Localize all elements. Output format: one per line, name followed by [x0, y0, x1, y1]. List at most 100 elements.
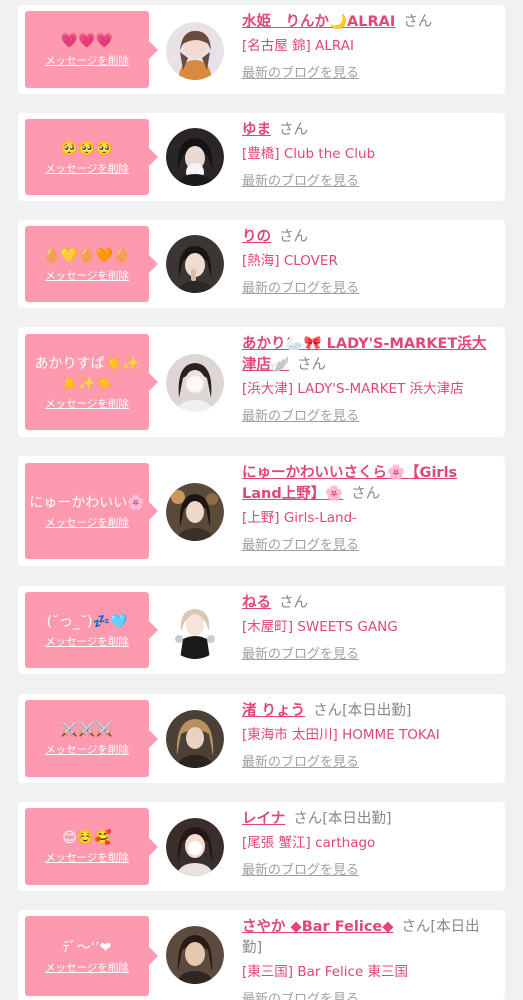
- delete-message-link[interactable]: メッセージを削除: [45, 54, 129, 68]
- bubble-message-text: にゅーかわいい🌸: [29, 494, 145, 511]
- shop-label: [東三国] Bar Felice 東三国: [242, 964, 409, 980]
- avatar[interactable]: [166, 818, 224, 876]
- name-line: 水姫 りんか🌙ALRAI さん: [242, 12, 498, 33]
- avatar[interactable]: [166, 22, 224, 80]
- message-card: 💗💗💗 メッセージを削除 水姫 りんか🌙ALRAI さん [名古屋 錦] ALRA…: [18, 5, 505, 94]
- avatar[interactable]: [166, 710, 224, 768]
- avatar[interactable]: [166, 354, 224, 412]
- shop-label: [上野] Girls-Land-: [242, 510, 358, 526]
- message-bubble: ⚔️⚔️⚔️ メッセージを削除: [25, 700, 158, 777]
- bubble-message-text: 💗💗💗: [60, 33, 114, 49]
- message-card: ﾃﾞ〜‘’❤︎ メッセージを削除 さやか ◆Bar Felice◆ さん[本日出勤…: [18, 910, 505, 1000]
- cast-info: レイナ さん[本日出勤] [尾張 蟹江] carthago 最新のブログを見る: [242, 809, 498, 880]
- message-bubble: ﾃﾞ〜‘’❤︎ メッセージを削除: [25, 916, 158, 996]
- cast-name-link[interactable]: レイナ: [242, 811, 285, 827]
- bubble-message-text: ﾃﾞ〜‘’❤︎: [62, 939, 112, 956]
- latest-blog-link[interactable]: 最新のブログを見る: [242, 862, 359, 880]
- message-bubble: 🥚💛🥚🧡🥚 メッセージを削除: [25, 226, 158, 302]
- cast-info: 渚 りょう さん[本日出勤] [東海市 太田川] HOMME TOKAI 最新のブ…: [242, 701, 498, 772]
- name-line: さやか ◆Bar Felice◆ さん[本日出勤]: [242, 917, 498, 959]
- shop-label: [名古屋 錦] ALRAI: [242, 38, 354, 54]
- avatar[interactable]: [166, 235, 224, 293]
- cast-info: さやか ◆Bar Felice◆ さん[本日出勤] [東三国] Bar Felic…: [242, 917, 498, 1000]
- bubble-message-text: (˘っ_˘)💤🩵: [46, 613, 128, 630]
- latest-blog-link[interactable]: 最新のブログを見る: [242, 408, 359, 426]
- bubble-message-text: 😊☺️🥰: [62, 830, 112, 846]
- delete-message-link[interactable]: メッセージを削除: [45, 961, 129, 975]
- cast-name-link[interactable]: 渚 りょう: [242, 703, 305, 719]
- latest-blog-link[interactable]: 最新のブログを見る: [242, 173, 359, 191]
- name-line: りの さん: [242, 227, 498, 248]
- cast-info: ゆま さん [豊橋] Club the Club 最新のブログを見る: [242, 120, 498, 191]
- message-card: あかりすぱ☀️✨☀️✨☀️ メッセージを削除 あかり🦢🎀 LADY'S-MARK…: [18, 327, 505, 437]
- name-line: 渚 りょう さん[本日出勤]: [242, 701, 498, 722]
- delete-message-link[interactable]: メッセージを削除: [45, 851, 129, 865]
- message-bubble: 🥺🥺🥺 メッセージを削除: [25, 119, 158, 195]
- cast-info: にゅーかわいいさくら🌸【Girls Land上野】🌸 さん [上野] Girls-…: [242, 463, 498, 555]
- cast-info: 水姫 りんか🌙ALRAI さん [名古屋 錦] ALRAI 最新のブログを見る: [242, 12, 498, 83]
- delete-message-link[interactable]: メッセージを削除: [45, 269, 129, 283]
- shop-label: [熱海] CLOVER: [242, 253, 338, 269]
- cast-name-link[interactable]: ねる: [242, 595, 271, 611]
- cast-name-link[interactable]: さやか ◆Bar Felice◆: [242, 919, 393, 935]
- message-card: (˘っ_˘)💤🩵 メッセージを削除 ねる さん [木屋町] SWEETS GANG…: [18, 586, 505, 674]
- name-line: にゅーかわいいさくら🌸【Girls Land上野】🌸 さん: [242, 463, 498, 505]
- delete-message-link[interactable]: メッセージを削除: [45, 397, 129, 411]
- name-line: ゆま さん: [242, 120, 498, 141]
- honorific: さん: [351, 486, 381, 502]
- cast-name-link[interactable]: ゆま: [242, 122, 271, 138]
- shop-label: [尾張 蟹江] carthago: [242, 835, 376, 851]
- latest-blog-link[interactable]: 最新のブログを見る: [242, 991, 359, 1000]
- cast-info: ねる さん [木屋町] SWEETS GANG 最新のブログを見る: [242, 593, 498, 664]
- latest-blog-link[interactable]: 最新のブログを見る: [242, 754, 359, 772]
- status-label: [本日出勤]: [342, 703, 412, 719]
- honorific: さん: [403, 14, 433, 30]
- delete-message-link[interactable]: メッセージを削除: [45, 743, 129, 757]
- cast-name-link[interactable]: あかり🦢🎀 LADY'S-MARKET浜大津店🪽: [242, 336, 486, 373]
- delete-message-link[interactable]: メッセージを削除: [45, 516, 129, 530]
- message-bubble: あかりすぱ☀️✨☀️✨☀️ メッセージを削除: [25, 334, 158, 430]
- delete-message-link[interactable]: メッセージを削除: [45, 162, 129, 176]
- cast-name-link[interactable]: 水姫 りんか🌙ALRAI: [242, 14, 395, 30]
- delete-message-link[interactable]: メッセージを削除: [45, 635, 129, 649]
- bubble-message-text: あかりすぱ☀️✨☀️✨☀️: [34, 355, 140, 392]
- message-bubble: にゅーかわいい🌸 メッセージを削除: [25, 463, 158, 559]
- bubble-message-text: 🥚💛🥚🧡🥚: [43, 247, 131, 264]
- honorific: さん: [279, 595, 308, 611]
- latest-blog-link[interactable]: 最新のブログを見る: [242, 280, 359, 298]
- message-card: 😊☺️🥰 メッセージを削除 レイナ さん[本日出勤] [尾張 蟹江] cartha…: [18, 802, 505, 891]
- name-line: ねる さん: [242, 593, 498, 614]
- honorific: さん: [401, 919, 431, 935]
- cast-info: あかり🦢🎀 LADY'S-MARKET浜大津店🪽 さん [浜大津] LADY'S-…: [242, 334, 498, 426]
- cast-name-link[interactable]: りの: [242, 229, 271, 245]
- shop-label: [東海市 太田川] HOMME TOKAI: [242, 727, 440, 743]
- avatar[interactable]: [166, 483, 224, 541]
- honorific: さん: [279, 229, 308, 245]
- honorific: さん: [293, 811, 323, 827]
- message-card: 🥺🥺🥺 メッセージを削除 ゆま さん [豊橋] Club the Club 最新の…: [18, 113, 505, 201]
- message-card: 🥚💛🥚🧡🥚 メッセージを削除 りの さん [熱海] CLOVER 最新のブログを見…: [18, 220, 505, 308]
- bubble-message-text: ⚔️⚔️⚔️: [60, 722, 114, 738]
- latest-blog-link[interactable]: 最新のブログを見る: [242, 65, 359, 83]
- bubble-message-text: 🥺🥺🥺: [60, 140, 114, 157]
- avatar[interactable]: [166, 601, 224, 659]
- message-list: 💗💗💗 メッセージを削除 水姫 りんか🌙ALRAI さん [名古屋 錦] ALRA…: [0, 0, 523, 1000]
- name-line: レイナ さん[本日出勤]: [242, 809, 498, 830]
- message-card: ⚔️⚔️⚔️ メッセージを削除 渚 りょう さん[本日出勤] [東海市 太田川] …: [18, 694, 505, 783]
- latest-blog-link[interactable]: 最新のブログを見る: [242, 646, 359, 664]
- shop-label: [浜大津] LADY'S-MARKET 浜大津店: [242, 381, 464, 397]
- shop-label: [木屋町] SWEETS GANG: [242, 619, 398, 635]
- name-line: あかり🦢🎀 LADY'S-MARKET浜大津店🪽 さん: [242, 334, 498, 376]
- message-bubble: (˘っ_˘)💤🩵 メッセージを削除: [25, 592, 158, 668]
- message-card: にゅーかわいい🌸 メッセージを削除 にゅーかわいいさくら🌸【Girls Land…: [18, 456, 505, 566]
- honorific: さん: [297, 357, 327, 373]
- avatar[interactable]: [166, 128, 224, 186]
- honorific: さん: [279, 122, 308, 138]
- avatar[interactable]: [166, 926, 224, 984]
- cast-info: りの さん [熱海] CLOVER 最新のブログを見る: [242, 227, 498, 298]
- message-bubble: 💗💗💗 メッセージを削除: [25, 11, 158, 88]
- message-bubble: 😊☺️🥰 メッセージを削除: [25, 808, 158, 885]
- latest-blog-link[interactable]: 最新のブログを見る: [242, 537, 359, 555]
- cast-name-link[interactable]: にゅーかわいいさくら🌸【Girls Land上野】🌸: [242, 465, 457, 502]
- status-label: [本日出勤]: [322, 811, 392, 827]
